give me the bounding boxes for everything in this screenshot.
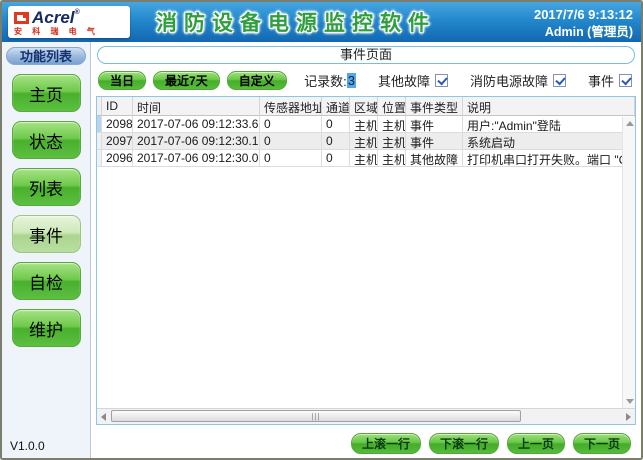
record-count-value: 3 — [347, 73, 356, 88]
event-page: 事件页面 当日 最近7天 自定义 记录数:3 其他故障 消防电源故障 事件 — [91, 42, 641, 458]
filter-events: 事件 — [588, 71, 632, 90]
horizontal-scrollbar[interactable]: ||| — [97, 409, 635, 424]
filter-power-faults-label: 消防电源故障 — [470, 71, 548, 90]
filter-events-label: 事件 — [588, 71, 614, 90]
prev-page-button[interactable]: 上一页 — [507, 433, 565, 454]
column-header-channel[interactable]: 通道 — [322, 97, 350, 116]
column-header-description[interactable]: 说明 — [463, 97, 635, 116]
table-cell[interactable]: 2098 — [102, 116, 133, 133]
horizontal-scrollbar-thumb[interactable]: ||| — [111, 410, 521, 422]
sidebar-item-events[interactable]: 事件 — [12, 215, 81, 253]
table-cell[interactable]: 系统启动 — [463, 133, 635, 150]
scroll-left-icon[interactable] — [101, 413, 106, 421]
sidebar-item-list[interactable]: 列表 — [12, 168, 81, 206]
app-window: Acrel® 安 科 瑞 电 气 消防设备电源监控软件 2017/7/6 9:1… — [0, 0, 643, 460]
sidebar-item-selfcheck[interactable]: 自检 — [12, 262, 81, 300]
sidebar-title: 功能列表 — [6, 47, 86, 65]
brand-name: Acrel® — [32, 9, 80, 26]
record-count: 记录数:3 — [304, 71, 356, 90]
table-cell[interactable]: 用户:"Admin"登陆 — [463, 116, 635, 133]
scroll-right-icon[interactable] — [626, 413, 631, 421]
custom-range-button[interactable]: 自定义 — [227, 71, 287, 90]
column-header-event-type[interactable]: 事件类型 — [406, 97, 463, 116]
table-cell[interactable]: 0 — [260, 133, 322, 150]
column-header-sensor-address[interactable]: 传感器地址 — [260, 97, 322, 116]
record-count-label: 记录数: — [304, 71, 347, 90]
filter-other-faults-checkbox[interactable] — [435, 74, 448, 87]
sidebar-item-maintenance[interactable]: 维护 — [12, 309, 81, 347]
table-cell[interactable]: 2097 — [102, 133, 133, 150]
scroll-up-row-button[interactable]: 上滚一行 — [351, 433, 421, 454]
table-cell[interactable]: 0 — [322, 116, 350, 133]
current-user: Admin (管理员) — [534, 24, 633, 42]
table-cell[interactable]: 主机 — [378, 116, 406, 133]
table-cell[interactable]: 2017-07-06 09:12:33.657 — [133, 116, 260, 133]
filter-other-faults-label: 其他故障 — [378, 71, 430, 90]
scroll-down-icon[interactable] — [626, 399, 634, 404]
column-header-id[interactable]: ID — [102, 97, 133, 116]
brand-subtitle: 安 科 瑞 电 气 — [14, 28, 124, 36]
sidebar-item-home[interactable]: 主页 — [12, 74, 81, 112]
next-page-button[interactable]: 下一页 — [573, 433, 631, 454]
table-cell[interactable]: 事件 — [406, 133, 463, 150]
table-cell[interactable]: 0 — [322, 150, 350, 167]
event-toolbar: 当日 最近7天 自定义 记录数:3 其他故障 消防电源故障 事件 — [98, 69, 634, 92]
today-button[interactable]: 当日 — [98, 71, 146, 90]
table-cell[interactable]: 2096 — [102, 150, 133, 167]
datetime-display: 2017/7/6 9:13:12 — [534, 6, 633, 24]
header-bar: Acrel® 安 科 瑞 电 气 消防设备电源监控软件 2017/7/6 9:1… — [2, 2, 641, 42]
table-cell[interactable]: 2017-07-06 09:12:30.033 — [133, 150, 260, 167]
last7days-button[interactable]: 最近7天 — [153, 71, 220, 90]
sidebar-item-status[interactable]: 状态 — [12, 121, 81, 159]
table-cell[interactable]: 0 — [322, 133, 350, 150]
function-sidebar: 功能列表 主页 状态 列表 事件 自检 维护 V1.0.0 — [2, 42, 91, 458]
version-label: V1.0.0 — [10, 439, 45, 453]
registered-mark: ® — [75, 9, 80, 16]
page-title: 事件页面 — [97, 46, 635, 64]
table-cell[interactable]: 0 — [260, 150, 322, 167]
table-cell[interactable]: 0 — [260, 116, 322, 133]
table-cell[interactable]: 主机 — [378, 150, 406, 167]
scrollbar-grip-icon: ||| — [311, 413, 320, 421]
filter-power-faults-checkbox[interactable] — [553, 74, 566, 87]
table-cell[interactable]: 主机 — [350, 150, 378, 167]
event-table-panel: ID 时间 传感器地址 通道 区域 位置 事件类型 说明 2098 2017-0… — [96, 96, 636, 425]
acrel-logo-icon — [14, 12, 29, 24]
event-grid: ID 时间 传感器地址 通道 区域 位置 事件类型 说明 2098 2017-0… — [97, 97, 635, 409]
table-cell[interactable]: 事件 — [406, 116, 463, 133]
acrel-logo: Acrel® 安 科 瑞 电 气 — [8, 6, 130, 38]
scroll-up-icon[interactable] — [626, 121, 634, 126]
column-header-area[interactable]: 区域 — [350, 97, 378, 116]
table-cell[interactable]: 主机 — [350, 133, 378, 150]
filter-power-faults: 消防电源故障 — [470, 71, 566, 90]
table-cell[interactable]: 打印机串口打开失败。端口 "C — [463, 150, 635, 167]
filter-other-faults: 其他故障 — [378, 71, 448, 90]
table-cell[interactable]: 其他故障 — [406, 150, 463, 167]
table-cell[interactable]: 主机 — [350, 116, 378, 133]
pager-bar: 上滚一行 下滚一行 上一页 下一页 — [96, 432, 636, 454]
filter-events-checkbox[interactable] — [619, 74, 632, 87]
column-header-time[interactable]: 时间 — [133, 97, 260, 116]
app-title: 消防设备电源监控软件 — [156, 7, 436, 37]
vertical-scrollbar[interactable] — [622, 117, 635, 408]
table-cell[interactable]: 主机 — [378, 133, 406, 150]
table-cell[interactable]: 2017-07-06 09:12:30.123 — [133, 133, 260, 150]
scroll-down-row-button[interactable]: 下滚一行 — [429, 433, 499, 454]
column-header-position[interactable]: 位置 — [378, 97, 406, 116]
